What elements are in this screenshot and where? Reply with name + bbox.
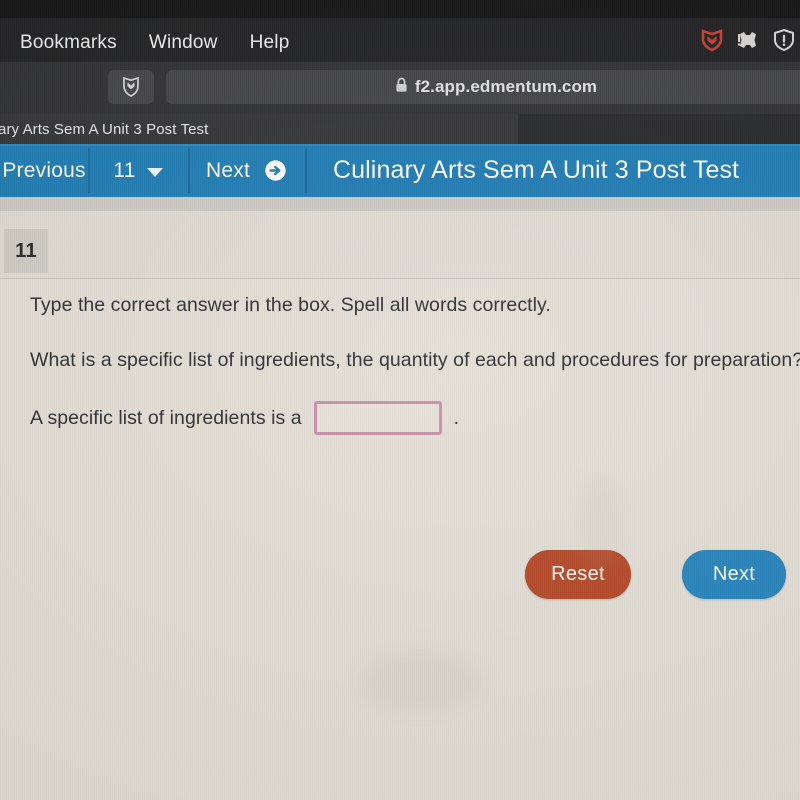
question-number-badge: 11 xyxy=(4,229,48,273)
screenshot-root: Bookmarks Window Help f2.app.edmentum.co… xyxy=(0,0,800,800)
lock-icon xyxy=(395,77,408,98)
previous-button[interactable]: Previous xyxy=(0,144,88,197)
question-instruction: Type the correct answer in the box. Spel… xyxy=(30,294,551,316)
question-number-dropdown[interactable]: 11 xyxy=(88,144,188,197)
content-top-band xyxy=(0,197,800,211)
menu-bookmarks[interactable]: Bookmarks xyxy=(4,30,133,56)
menu-bar-items: Bookmarks Window Help xyxy=(0,30,306,56)
assessment-title: Culinary Arts Sem A Unit 3 Post Test xyxy=(305,144,800,197)
chevron-down-icon xyxy=(146,168,163,177)
fill-suffix-label: . xyxy=(453,406,460,429)
reset-button[interactable]: Reset xyxy=(525,550,631,599)
assessment-content: 11 Type the correct answer in the box. S… xyxy=(0,197,800,800)
bezel-strip xyxy=(0,0,800,18)
next-nav-button[interactable]: Next xyxy=(188,144,305,197)
mcafee-shield-icon[interactable] xyxy=(700,28,724,57)
fill-in-the-blank-row: A specific list of ingredients is a . xyxy=(30,401,459,435)
antivirus-alert-icon[interactable] xyxy=(736,28,760,57)
menu-window[interactable]: Window xyxy=(133,30,234,56)
address-bar[interactable]: f2.app.edmentum.com xyxy=(166,70,800,104)
extension-shield-icon[interactable] xyxy=(108,70,154,104)
tab-strip: ary Arts Sem A Unit 3 Post Test xyxy=(0,114,800,144)
url-text: f2.app.edmentum.com xyxy=(414,77,598,96)
next-button[interactable]: Next xyxy=(682,550,786,599)
warning-shield-icon[interactable] xyxy=(772,28,796,57)
answer-input[interactable] xyxy=(313,401,442,435)
assessment-nav-bar: Previous 11 Next Culinary Arts Sem A Uni… xyxy=(0,144,800,197)
menu-help[interactable]: Help xyxy=(234,30,306,56)
question-body: Type the correct answer in the box. Spel… xyxy=(0,279,800,800)
browser-tab-active[interactable]: ary Arts Sem A Unit 3 Post Test xyxy=(0,114,518,144)
arrow-right-circle-icon xyxy=(264,159,287,182)
question-number-row: 11 xyxy=(0,211,800,277)
fill-prefix-label: A specific list of ingredients is a xyxy=(30,406,302,429)
action-button-row: Reset Next xyxy=(525,550,786,599)
question-number-text: 11 xyxy=(15,239,37,262)
question-prompt: What is a specific list of ingredients, … xyxy=(30,349,800,371)
previous-label: Previous xyxy=(2,158,86,182)
assessment-title-text: Culinary Arts Sem A Unit 3 Post Test xyxy=(333,156,740,184)
macos-menu-bar: Bookmarks Window Help xyxy=(0,0,800,62)
tab-title: ary Arts Sem A Unit 3 Post Test xyxy=(0,120,209,138)
browser-toolbar: f2.app.edmentum.com xyxy=(0,62,800,114)
next-nav-label: Next xyxy=(206,158,250,182)
menu-bar-status-items xyxy=(700,28,800,57)
question-number-label: 11 xyxy=(113,158,136,182)
